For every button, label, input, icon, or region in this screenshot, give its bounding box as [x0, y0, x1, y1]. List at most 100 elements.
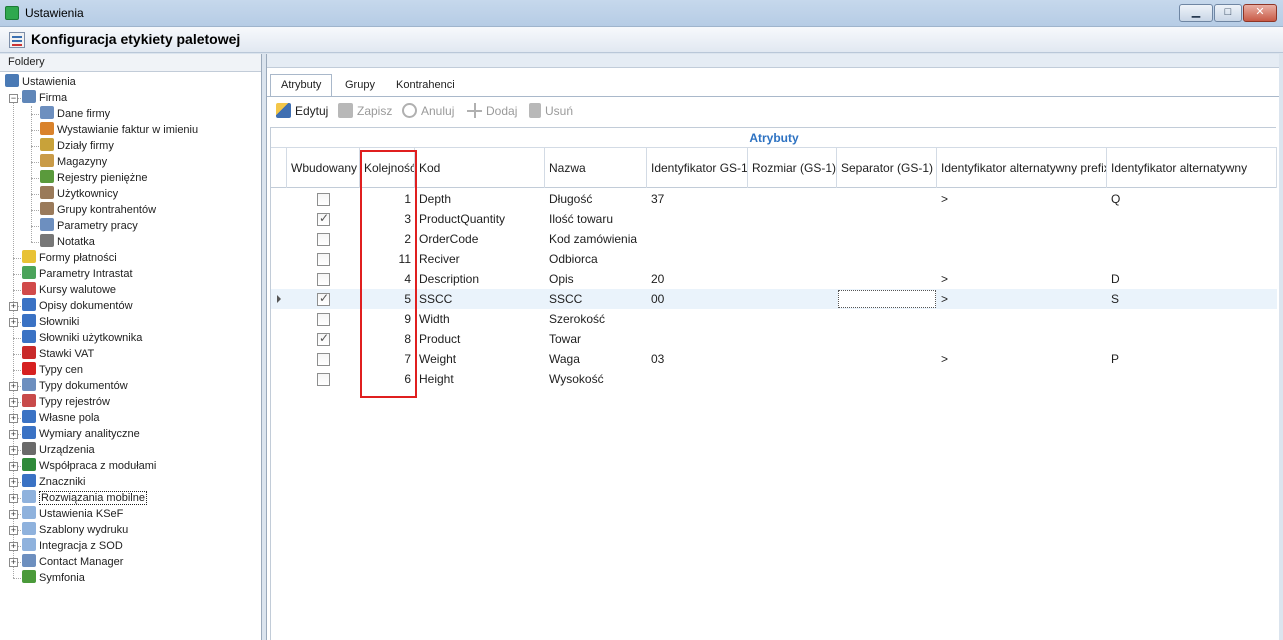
expand-icon[interactable]: +	[9, 558, 18, 567]
cell-alt-prefix[interactable]: >	[937, 269, 1107, 289]
column-header[interactable]: Identyfikator GS-1	[647, 148, 748, 188]
tree-item[interactable]: Symfonia	[22, 570, 85, 586]
builtin-checkbox[interactable]	[317, 331, 330, 346]
cell-code[interactable]: Weight	[415, 349, 545, 369]
tree-item[interactable]: Integracja z SOD	[22, 538, 123, 554]
cell-alt-id[interactable]	[1107, 229, 1277, 249]
table-row[interactable]: 2 OrderCode Kod zamówienia	[271, 229, 1277, 249]
tab-atrybuty[interactable]: Atrybuty	[270, 74, 333, 97]
column-header[interactable]: Separator (GS-1)	[837, 148, 937, 188]
expand-icon[interactable]: +	[9, 478, 18, 487]
expand-icon[interactable]: +	[9, 302, 18, 311]
cell-name[interactable]: Długość	[545, 189, 647, 209]
cell-gs1[interactable]: 03	[647, 349, 748, 369]
save-button[interactable]: Zapisz	[338, 102, 392, 120]
tree-item[interactable]: Znaczniki	[22, 474, 85, 490]
cell-alt-id[interactable]	[1107, 209, 1277, 229]
cell-order[interactable]: 4	[360, 269, 415, 289]
cell-alt-id[interactable]	[1107, 369, 1277, 389]
table-row[interactable]: 3ProductQuantityIlość towaru	[271, 209, 1277, 229]
tree-item[interactable]: Typy dokumentów	[22, 378, 128, 394]
cell-alt-prefix[interactable]: >	[937, 289, 1107, 309]
cell-size[interactable]	[748, 289, 837, 309]
tree-item[interactable]: Grupy kontrahentów	[40, 202, 156, 218]
tree-item[interactable]: Ustawienia	[5, 74, 76, 90]
table-row[interactable]: 6 Height Wysokość	[271, 369, 1277, 389]
cell-name[interactable]: Kod zamówienia	[545, 229, 647, 249]
cell-name[interactable]: Waga	[545, 349, 647, 369]
tab-kontrahenci[interactable]: Kontrahenci	[385, 74, 466, 96]
expand-icon[interactable]: +	[9, 542, 18, 551]
expand-icon[interactable]: +	[9, 430, 18, 439]
tree-item[interactable]: Słowniki użytkownika	[22, 330, 142, 346]
cell-size[interactable]	[748, 329, 837, 349]
collapse-icon[interactable]: −	[9, 94, 18, 103]
expand-icon[interactable]: +	[9, 414, 18, 423]
cell-name[interactable]: Wysokość	[545, 369, 647, 389]
cell-order[interactable]: 11	[360, 249, 415, 269]
table-row[interactable]: 11 Reciver Odbiorca	[271, 249, 1277, 269]
tree-item[interactable]: Kursy walutowe	[22, 282, 116, 298]
cell-gs1[interactable]	[647, 209, 748, 229]
builtin-checkbox[interactable]	[317, 273, 330, 286]
tab-grupy[interactable]: Grupy	[334, 74, 386, 96]
cell-separator[interactable]	[837, 209, 937, 229]
maximize-button[interactable]: □	[1214, 4, 1242, 22]
cell-gs1[interactable]: 37	[647, 189, 748, 209]
cell-name[interactable]: Opis	[545, 269, 647, 289]
column-header[interactable]: Kod	[415, 148, 545, 188]
cell-code[interactable]: Reciver	[415, 249, 545, 269]
edit-button[interactable]: Edytuj	[276, 102, 328, 120]
cell-name[interactable]: Ilość towaru	[545, 209, 647, 229]
cell-alt-id[interactable]: P	[1107, 349, 1277, 369]
cell-gs1[interactable]	[647, 369, 748, 389]
expand-icon[interactable]: +	[9, 494, 18, 503]
cell-size[interactable]	[748, 369, 837, 389]
tree-item[interactable]: Contact Manager	[22, 554, 123, 570]
cell-separator[interactable]	[837, 189, 937, 209]
cell-gs1[interactable]	[647, 309, 748, 329]
cell-order[interactable]: 2	[360, 229, 415, 249]
cell-separator[interactable]	[837, 309, 937, 329]
tree-item[interactable]: Szablony wydruku	[22, 522, 128, 538]
cell-code[interactable]: Description	[415, 269, 545, 289]
tree-item[interactable]: Dane firmy	[40, 106, 110, 122]
tree-item[interactable]: Ustawienia KSeF	[22, 506, 123, 522]
tree-item[interactable]: Formy płatności	[22, 250, 117, 266]
cell-order[interactable]: 5	[360, 289, 415, 309]
cell-order[interactable]: 7	[360, 349, 415, 369]
cell-separator[interactable]	[837, 229, 937, 249]
table-row[interactable]: 8ProductTowar	[271, 329, 1277, 349]
separator-edit-field[interactable]	[838, 290, 936, 308]
expand-icon[interactable]: +	[9, 382, 18, 391]
cell-gs1[interactable]: 00	[647, 289, 748, 309]
close-button[interactable]: ✕	[1243, 4, 1277, 22]
cell-code[interactable]: Depth	[415, 189, 545, 209]
tree-item[interactable]: Notatka	[40, 234, 95, 250]
tree-item[interactable]: Stawki VAT	[22, 346, 94, 362]
tree-item[interactable]: Własne pola	[22, 410, 100, 426]
cell-alt-id[interactable]: D	[1107, 269, 1277, 289]
cell-alt-prefix[interactable]	[937, 249, 1107, 269]
cell-alt-id[interactable]	[1107, 249, 1277, 269]
cell-name[interactable]: Towar	[545, 329, 647, 349]
tree-item[interactable]: Rejestry pieniężne	[40, 170, 148, 186]
cell-order[interactable]: 8	[360, 329, 415, 349]
cell-gs1[interactable]	[647, 229, 748, 249]
tree-item[interactable]: Firma	[22, 90, 67, 106]
builtin-checkbox[interactable]	[317, 313, 330, 326]
cell-alt-prefix[interactable]: >	[937, 189, 1107, 209]
cell-size[interactable]	[748, 309, 837, 329]
cell-separator[interactable]	[837, 349, 937, 369]
cell-size[interactable]	[748, 229, 837, 249]
cell-size[interactable]	[748, 269, 837, 289]
cell-alt-id[interactable]: S	[1107, 289, 1277, 309]
builtin-checkbox[interactable]	[317, 291, 330, 306]
cell-code[interactable]: OrderCode	[415, 229, 545, 249]
expand-icon[interactable]: +	[9, 526, 18, 535]
builtin-checkbox[interactable]	[317, 353, 330, 366]
expand-icon[interactable]: +	[9, 462, 18, 471]
cell-code[interactable]: SSCC	[415, 289, 545, 309]
tree-item[interactable]: Typy rejestrów	[22, 394, 110, 410]
column-header[interactable]: Nazwa	[545, 148, 647, 188]
